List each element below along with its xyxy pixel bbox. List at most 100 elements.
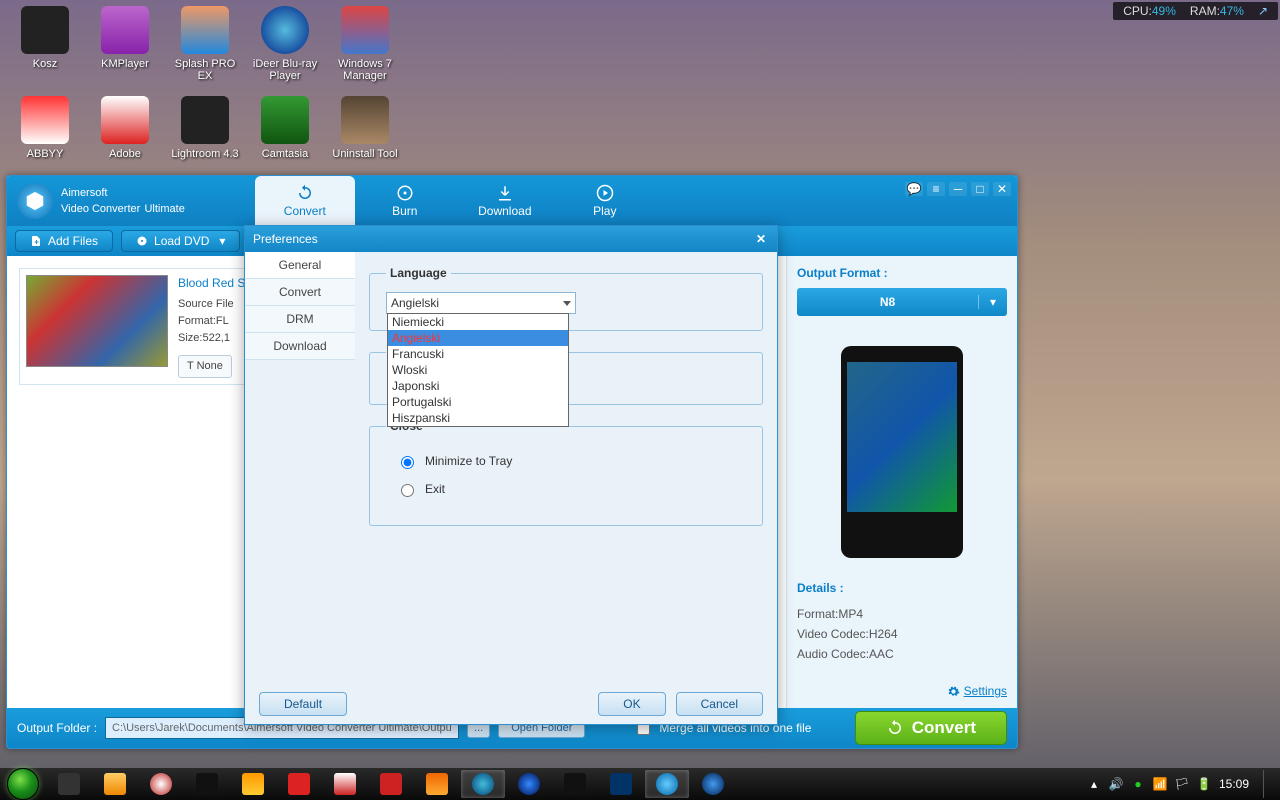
desktop-icon-label: Splash PRO EX bbox=[175, 58, 236, 82]
output-format-select[interactable]: N8 ▾ bbox=[797, 288, 1007, 316]
desktop-icon-label: Uninstall Tool bbox=[332, 148, 397, 160]
maximize-button[interactable]: □ bbox=[971, 182, 989, 196]
taskbar-item[interactable] bbox=[415, 770, 459, 798]
chevron-down-icon bbox=[563, 301, 571, 306]
desktop-icon-label: Lightroom 4.3 bbox=[171, 148, 238, 160]
taskbar-item[interactable] bbox=[139, 770, 183, 798]
volume-icon[interactable]: 🔊 bbox=[1109, 777, 1123, 791]
language-option[interactable]: Japonski bbox=[388, 378, 568, 394]
pref-tab-convert[interactable]: Convert bbox=[245, 279, 355, 306]
language-fieldset: Language Angielski Niemiecki Angielski F… bbox=[369, 266, 763, 331]
close-icon[interactable]: ✕ bbox=[753, 231, 769, 247]
taskbar-item[interactable] bbox=[231, 770, 275, 798]
exit-radio[interactable]: Exit bbox=[396, 481, 746, 497]
output-format-header: Output Format : bbox=[797, 266, 1007, 280]
taskbar: ▴ 🔊 ● 📶 🏳 🔋 15:09 bbox=[0, 768, 1280, 800]
desktop-icon-label: Kosz bbox=[33, 58, 57, 70]
language-option[interactable]: Hiszpanski bbox=[388, 410, 568, 426]
show-desktop-button[interactable] bbox=[1263, 770, 1272, 798]
desktop-icon[interactable]: Windows 7 Manager bbox=[330, 6, 400, 82]
desktop-icon[interactable]: KMPlayer bbox=[90, 6, 160, 70]
language-option[interactable]: Angielski bbox=[388, 330, 568, 346]
ok-button[interactable]: OK bbox=[598, 692, 665, 716]
desktop-icon[interactable]: Splash PRO EX bbox=[170, 6, 240, 82]
language-select[interactable]: Angielski Niemiecki Angielski Francuski … bbox=[386, 292, 576, 314]
taskbar-item[interactable] bbox=[47, 770, 91, 798]
preferences-title: Preferences bbox=[253, 232, 318, 246]
ram-label: RAM:47% bbox=[1190, 4, 1244, 18]
windows-orb-icon bbox=[7, 768, 39, 800]
taskbar-item[interactable] bbox=[461, 770, 505, 798]
language-option[interactable]: Francuski bbox=[388, 346, 568, 362]
preferences-dialog: Preferences ✕ General Convert DRM Downlo… bbox=[244, 225, 778, 725]
system-tray[interactable]: ▴ 🔊 ● 📶 🏳 🔋 15:09 bbox=[1079, 770, 1280, 798]
output-folder-label: Output Folder : bbox=[17, 721, 97, 735]
subtitle-none-button[interactable]: T None bbox=[178, 355, 232, 378]
minimize-button[interactable]: ─ bbox=[949, 182, 967, 196]
clock[interactable]: 15:09 bbox=[1219, 777, 1249, 791]
add-files-button[interactable]: Add Files bbox=[15, 230, 113, 252]
desktop-icon[interactable]: Uninstall Tool bbox=[330, 96, 400, 160]
taskbar-item[interactable] bbox=[599, 770, 643, 798]
settings-link[interactable]: Settings bbox=[797, 684, 1007, 698]
system-monitor[interactable]: CPU:49% RAM:47% ↗ bbox=[1113, 2, 1278, 20]
default-button[interactable]: Default bbox=[259, 692, 347, 716]
app-titlebar: Aimersoft Video Converter Ultimate Conve… bbox=[7, 176, 1017, 226]
taskbar-item[interactable] bbox=[323, 770, 367, 798]
taskbar-item[interactable] bbox=[185, 770, 229, 798]
desktop-icon[interactable]: ABBYY bbox=[10, 96, 80, 160]
taskbar-item[interactable] bbox=[507, 770, 551, 798]
flag-icon[interactable]: 🏳 bbox=[1175, 777, 1189, 791]
close-button[interactable]: ✕ bbox=[993, 182, 1011, 196]
app-logo-icon bbox=[17, 183, 53, 219]
desktop-icon-label: Camtasia bbox=[262, 148, 308, 160]
tray-up-icon[interactable]: ▴ bbox=[1087, 777, 1101, 791]
taskbar-item[interactable] bbox=[553, 770, 597, 798]
gear-icon bbox=[947, 685, 960, 698]
desktop-icon-label: Windows 7 Manager bbox=[338, 58, 392, 82]
preferences-titlebar[interactable]: Preferences ✕ bbox=[245, 226, 777, 252]
tab-download[interactable]: Download bbox=[455, 176, 555, 226]
battery-icon[interactable]: 🔋 bbox=[1197, 777, 1211, 791]
details-block: Details : Format:MP4 Video Codec:H264 Au… bbox=[797, 578, 1007, 664]
desktop-icon-label: ABBYY bbox=[27, 148, 64, 160]
chevron-down-icon: ▾ bbox=[978, 295, 1007, 309]
taskbar-item[interactable] bbox=[369, 770, 413, 798]
taskbar-item[interactable] bbox=[691, 770, 735, 798]
tab-burn[interactable]: Burn bbox=[355, 176, 455, 226]
language-dropdown: Niemiecki Angielski Francuski Wloski Jap… bbox=[387, 313, 569, 427]
tray-icon[interactable]: ● bbox=[1131, 777, 1145, 791]
convert-button[interactable]: Convert bbox=[855, 711, 1007, 745]
feedback-icon[interactable]: 💬 bbox=[905, 182, 923, 196]
start-button[interactable] bbox=[0, 768, 46, 800]
desktop-icon[interactable]: Lightroom 4.3 bbox=[170, 96, 240, 160]
minimize-to-tray-radio[interactable]: Minimize to Tray bbox=[396, 453, 746, 469]
desktop-icon[interactable]: Camtasia bbox=[250, 96, 320, 160]
tab-convert[interactable]: Convert bbox=[255, 176, 355, 226]
desktop-icon[interactable]: Kosz bbox=[10, 6, 80, 70]
preferences-tabs: General Convert DRM Download bbox=[245, 252, 355, 684]
file-info: Blood Red Sh Source File Format:FL Size:… bbox=[178, 275, 252, 378]
language-option[interactable]: Portugalski bbox=[388, 394, 568, 410]
taskbar-item[interactable] bbox=[645, 770, 689, 798]
video-thumbnail bbox=[26, 275, 168, 367]
language-legend: Language bbox=[386, 266, 451, 280]
pref-tab-general[interactable]: General bbox=[245, 252, 355, 279]
network-icon[interactable]: 📶 bbox=[1153, 777, 1167, 791]
taskbar-item[interactable] bbox=[93, 770, 137, 798]
pref-tab-download[interactable]: Download bbox=[245, 333, 355, 360]
desktop-icon-label: Adobe bbox=[109, 148, 141, 160]
tab-play[interactable]: Play bbox=[555, 176, 655, 226]
list-icon[interactable]: ≡ bbox=[927, 182, 945, 196]
language-option[interactable]: Niemiecki bbox=[388, 314, 568, 330]
language-option[interactable]: Wloski bbox=[388, 362, 568, 378]
taskbar-item[interactable] bbox=[277, 770, 321, 798]
cancel-button[interactable]: Cancel bbox=[676, 692, 763, 716]
expand-icon[interactable]: ↗ bbox=[1258, 4, 1268, 18]
close-fieldset: Close Minimize to Tray Exit bbox=[369, 419, 763, 526]
desktop-icon[interactable]: Adobe bbox=[90, 96, 160, 160]
app-title: Aimersoft Video Converter Ultimate bbox=[61, 187, 185, 216]
load-dvd-button[interactable]: Load DVD▾ bbox=[121, 230, 240, 252]
desktop-icon[interactable]: iDeer Blu-ray Player bbox=[250, 6, 320, 82]
pref-tab-drm[interactable]: DRM bbox=[245, 306, 355, 333]
